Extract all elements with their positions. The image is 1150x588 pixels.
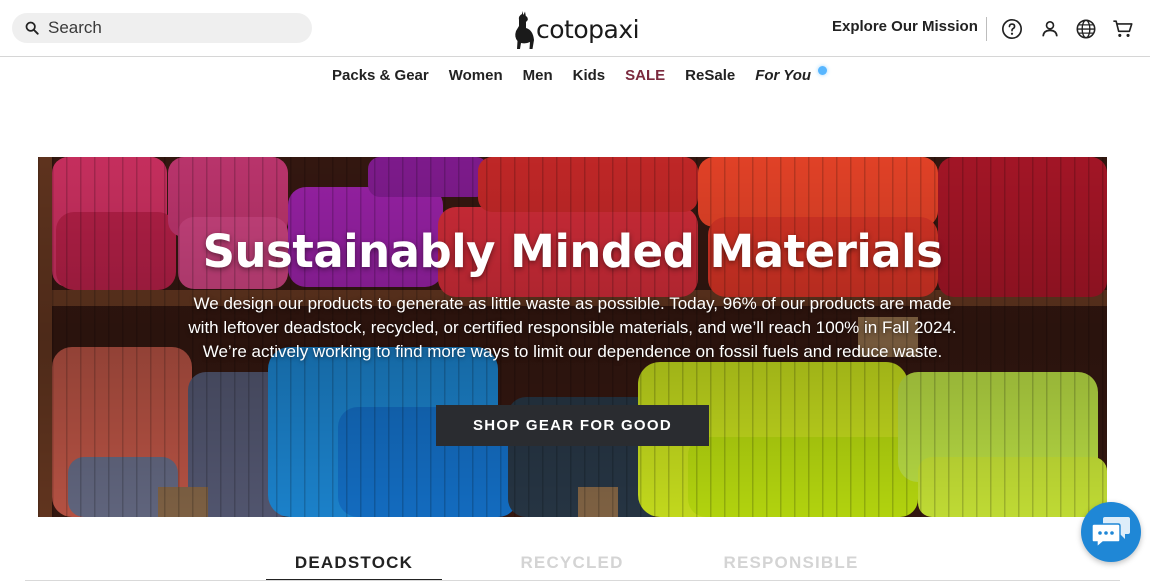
header-divider (986, 17, 987, 41)
logo-wordmark: cotopaxi (536, 15, 640, 44)
cart-icon[interactable] (1111, 17, 1135, 41)
chat-icon (1091, 517, 1130, 549)
search-input[interactable] (48, 18, 288, 38)
account-icon[interactable] (1038, 17, 1062, 41)
hero-title: Sustainably Minded Materials (202, 225, 943, 278)
tab-deadstock[interactable]: DEADSTOCK (266, 553, 442, 581)
shop-gear-for-good-button[interactable]: SHOP GEAR FOR GOOD (436, 405, 709, 446)
nav-sale[interactable]: SALE (625, 67, 665, 84)
nav-for-you[interactable]: For You (755, 67, 811, 84)
notification-dot (818, 65, 828, 75)
main-nav: Packs & Gear Women Men Kids SALE ReSale … (332, 65, 828, 84)
tab-responsible[interactable]: RESPONSIBLE (712, 553, 870, 581)
nav-packs-gear[interactable]: Packs & Gear (332, 67, 429, 84)
hero-description: We design our products to generate as li… (188, 294, 957, 361)
nav-resale[interactable]: ReSale (685, 67, 735, 84)
nav-women[interactable]: Women (449, 67, 503, 84)
tab-recycled[interactable]: RECYCLED (496, 553, 648, 581)
globe-icon[interactable] (1074, 17, 1098, 41)
search-bar[interactable] (12, 13, 312, 43)
nav-kids[interactable]: Kids (573, 67, 606, 84)
nav-men[interactable]: Men (523, 67, 553, 84)
cotopaxi-logo[interactable]: cotopaxi (513, 8, 640, 50)
chat-button[interactable] (1081, 502, 1141, 562)
search-icon (25, 21, 39, 35)
llama-icon (515, 11, 534, 49)
hero-banner: Sustainably Minded Materials We design o… (38, 157, 1107, 517)
explore-mission-link[interactable]: Explore Our Mission (832, 18, 978, 35)
tabs-divider (25, 580, 1120, 581)
help-icon[interactable] (1000, 17, 1024, 41)
site-header: cotopaxi Explore Our Mission (0, 0, 1150, 57)
